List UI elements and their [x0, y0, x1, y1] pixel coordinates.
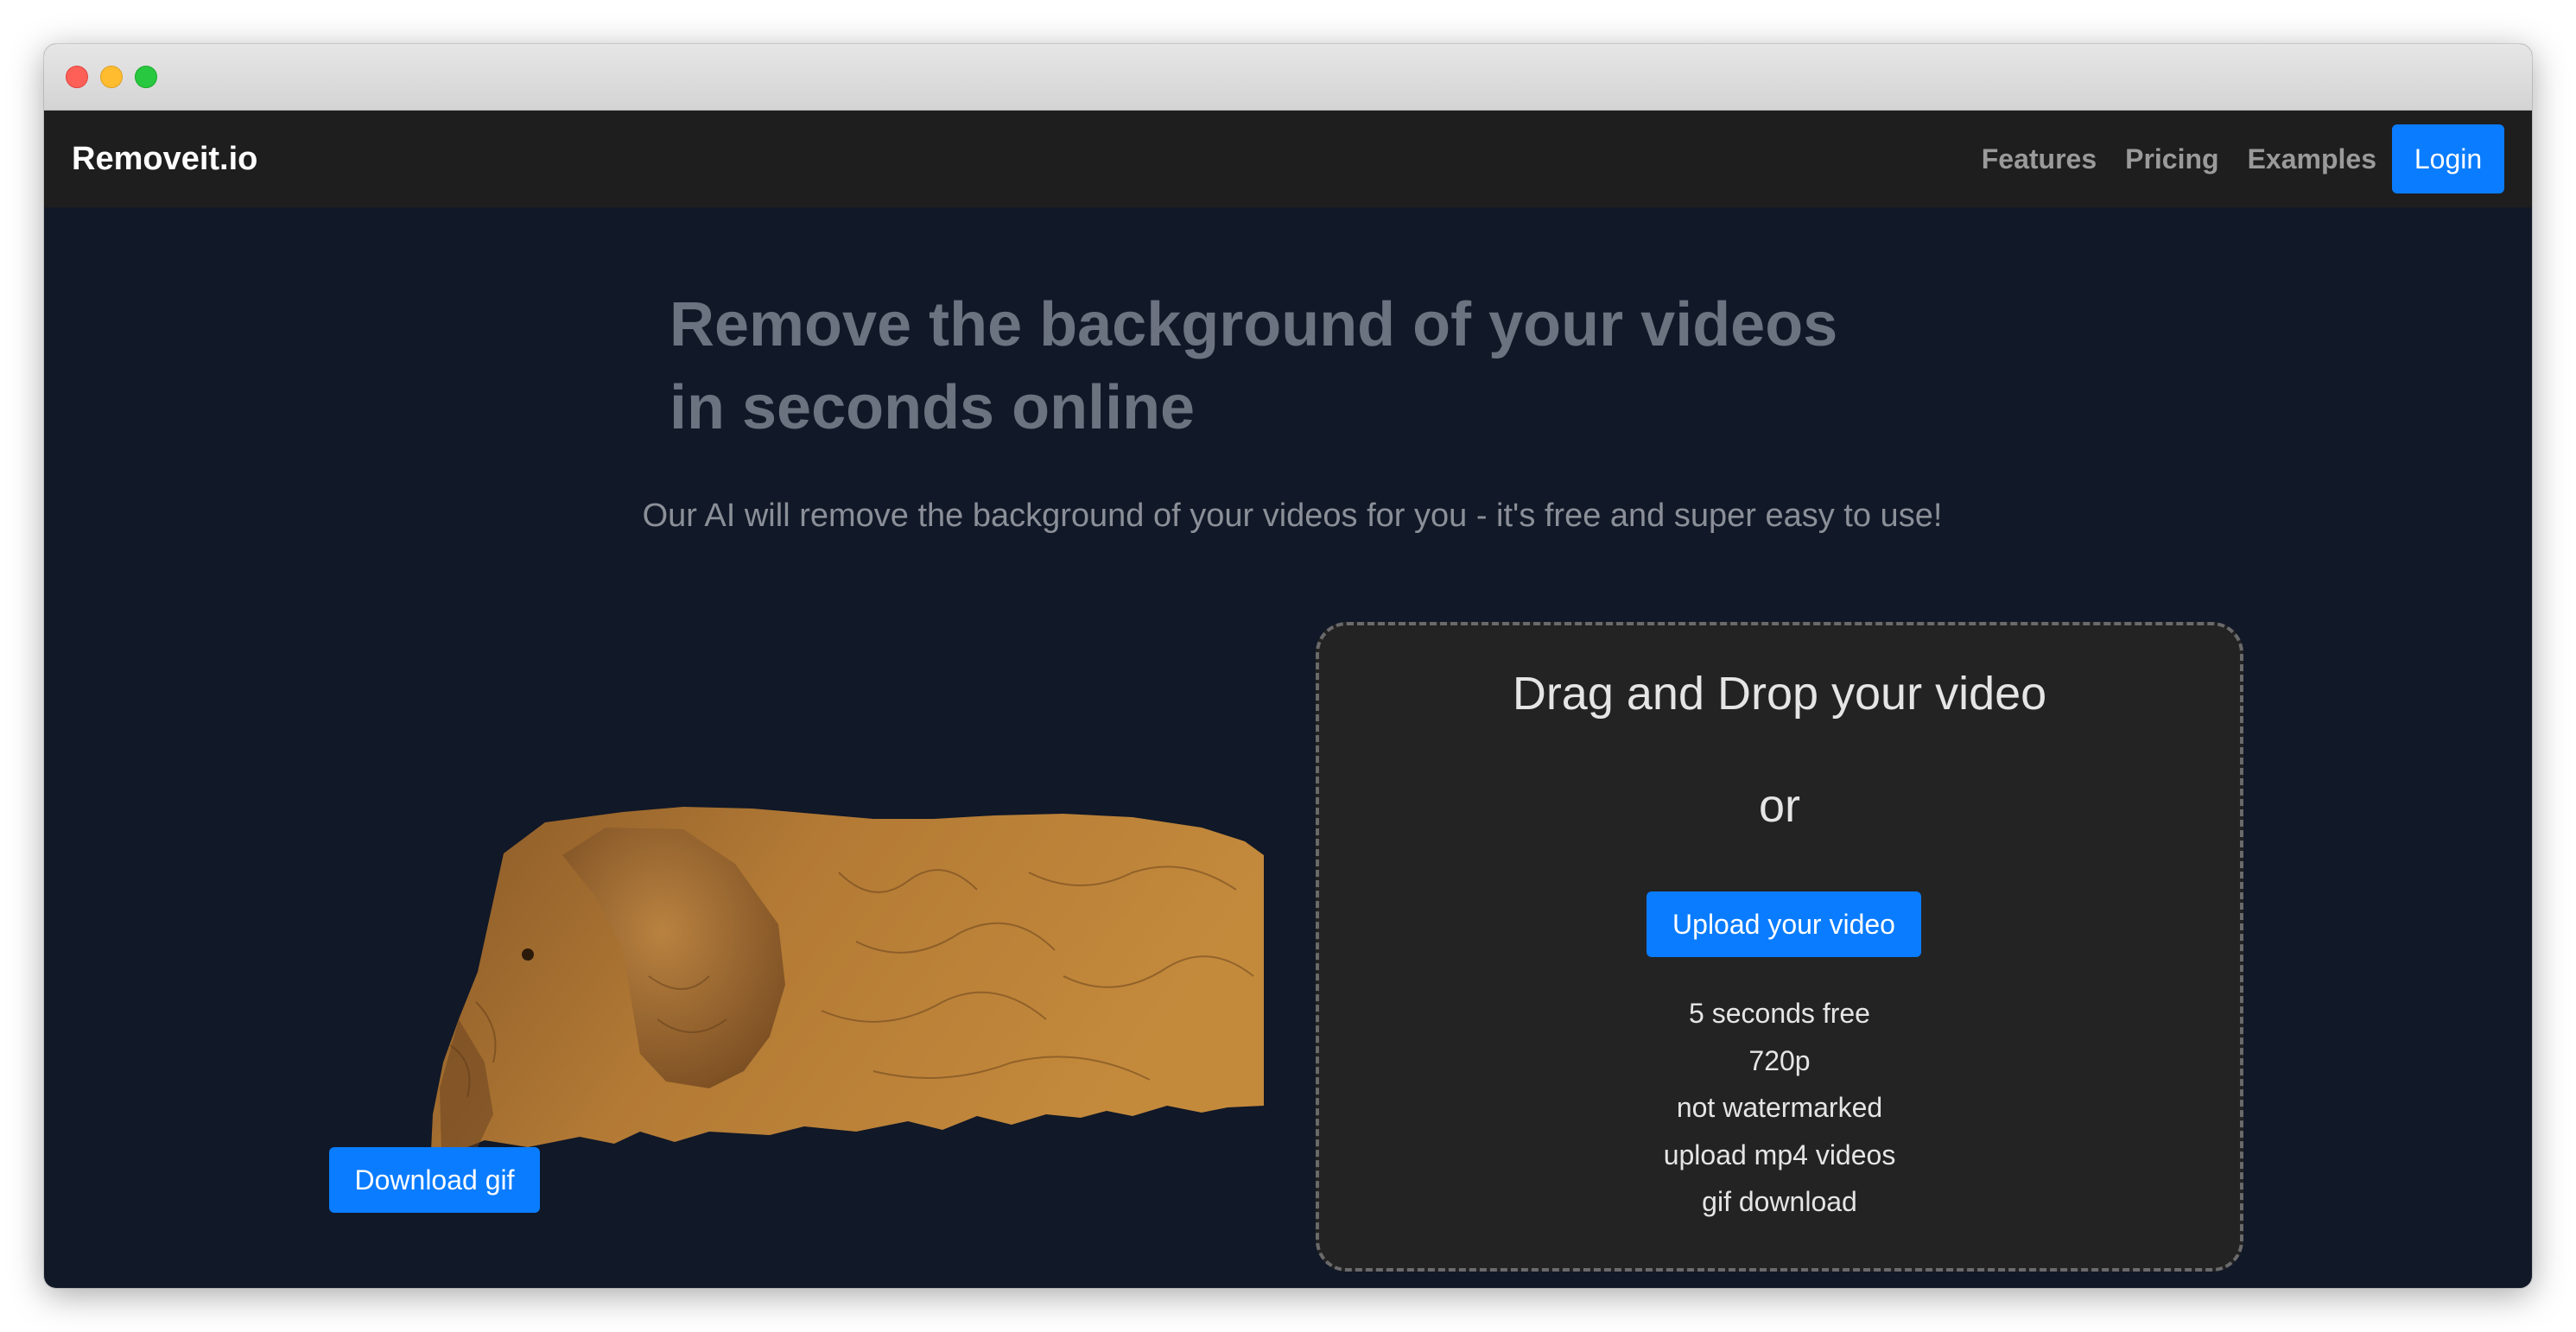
dropzone-or-text: or: [1758, 780, 1800, 832]
page-subtitle-text: Our AI will remove the background of you…: [642, 498, 1943, 534]
upload-video-button[interactable]: Upload your video: [1646, 891, 1921, 957]
window-titlebar: [44, 44, 2532, 111]
page-title-line-2: in seconds online: [669, 373, 1196, 442]
video-dropzone[interactable]: Drag and Drop your video or Upload your …: [1316, 622, 2243, 1272]
page-subtitle: Our AI will remove the background of you…: [44, 498, 2532, 535]
login-button[interactable]: Login: [2392, 124, 2504, 193]
feature-item: gif download: [1702, 1186, 1857, 1217]
nav-link-pricing[interactable]: Pricing: [2125, 143, 2218, 175]
zoom-window-button[interactable]: [135, 66, 157, 88]
hero-section: Remove the background of your videos in s…: [44, 207, 2532, 1288]
nav-link-examples[interactable]: Examples: [2248, 143, 2376, 175]
feature-item: not watermarked: [1676, 1092, 1883, 1123]
feature-list: 5 seconds free 720p not watermarked uplo…: [1319, 990, 2240, 1226]
dropzone-title: Drag and Drop your video: [1512, 668, 2047, 720]
page-title: Remove the background of your videos in s…: [669, 283, 1965, 449]
feature-item: 720p: [1748, 1044, 1811, 1076]
page-title-line-1: Remove the background of your videos: [669, 290, 1838, 359]
nav-links: Features Pricing Examples Login: [1953, 111, 2504, 207]
minimize-window-button[interactable]: [100, 66, 123, 88]
browser-window: Removeit.io Features Pricing Examples Lo…: [44, 44, 2532, 1288]
elephant-cutout-image: [431, 807, 1264, 1151]
brand-logo[interactable]: Removeit.io: [72, 111, 257, 207]
nav-link-features[interactable]: Features: [1982, 143, 2097, 175]
navbar: Removeit.io Features Pricing Examples Lo…: [44, 111, 2532, 207]
download-gif-button[interactable]: Download gif: [329, 1147, 540, 1213]
feature-item: 5 seconds free: [1689, 998, 1870, 1029]
close-window-button[interactable]: [66, 66, 88, 88]
feature-item: upload mp4 videos: [1663, 1139, 1896, 1170]
